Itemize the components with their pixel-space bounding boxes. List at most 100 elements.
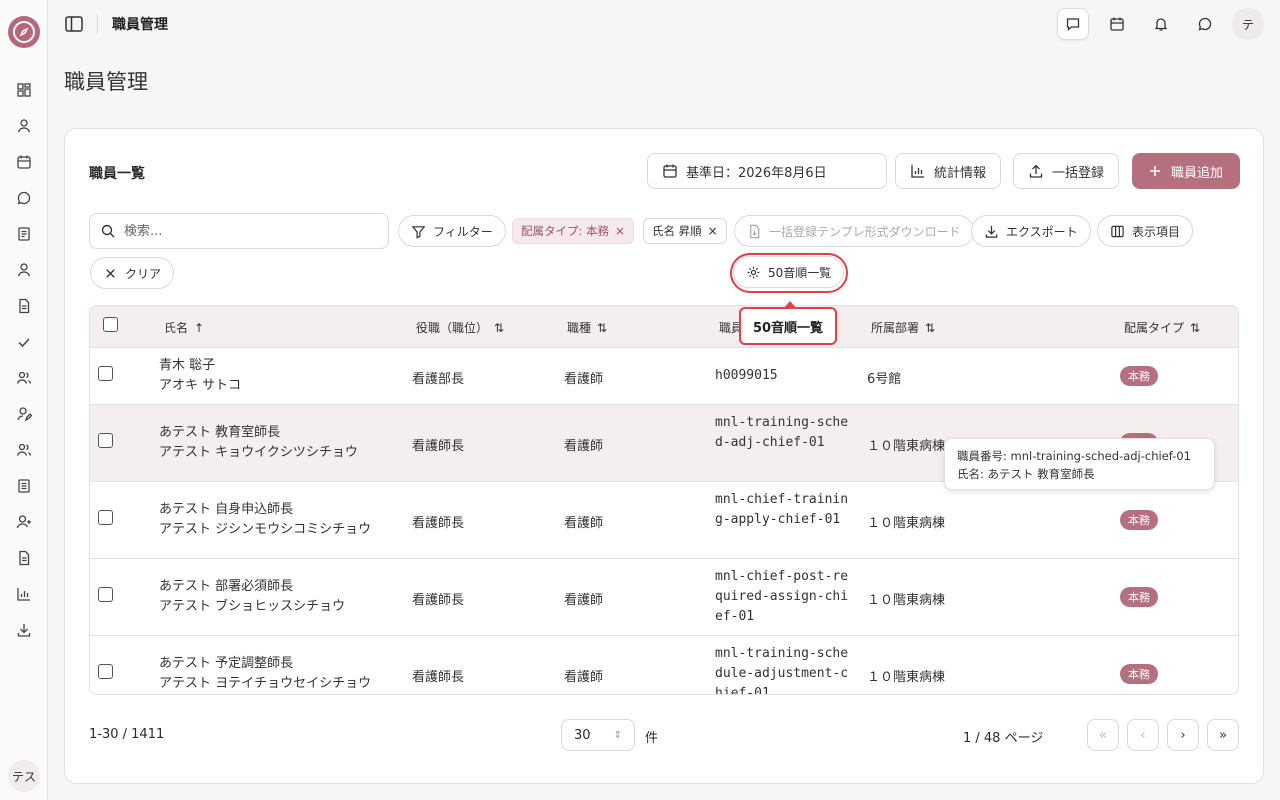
calendar-icon-top[interactable] xyxy=(1101,8,1133,40)
topbar-title: 職員管理 xyxy=(112,17,168,33)
calendar-icon xyxy=(663,164,677,178)
sidebar-toggle-icon[interactable] xyxy=(62,12,86,36)
staff-job: 看護師 xyxy=(564,670,604,685)
close-icon[interactable]: × xyxy=(708,224,718,238)
chat-icon[interactable] xyxy=(14,188,34,208)
assign-type-badge: 本務 xyxy=(1120,587,1158,607)
staff-position: 看護師長 xyxy=(412,516,465,531)
bar-chart-icon xyxy=(911,165,924,178)
staff-name: あテスト 部署必須師長 アテスト ブショヒッスシチョウ xyxy=(159,579,346,614)
users-icon[interactable] xyxy=(14,368,34,388)
stats-label: 統計情報 xyxy=(934,165,987,181)
template-download-button[interactable]: 一括登録テンプレ形式ダウンロード xyxy=(734,215,974,247)
dashboard-icon[interactable] xyxy=(14,80,34,100)
table-row[interactable]: あテスト 予定調整師長 アテスト ヨテイチョウセイシチョウ 看護師長 看護師 mn… xyxy=(90,636,1238,695)
export-button[interactable]: エクスポート xyxy=(971,215,1091,247)
download-icon[interactable] xyxy=(14,620,34,640)
check-icon[interactable] xyxy=(14,332,34,352)
message-square-icon[interactable] xyxy=(1057,8,1089,40)
chip-affiliation-label: 配属タイプ: 本務 xyxy=(521,224,610,238)
next-page-button[interactable]: › xyxy=(1167,719,1199,751)
table-row[interactable]: 青木 聡子 アオキ サトコ 看護部長 看護師 h0099015 6号館 本務 xyxy=(90,348,1238,405)
per-page-value: 30 xyxy=(574,727,591,743)
select-all-checkbox[interactable] xyxy=(103,317,118,332)
table-header: 氏名 ↑ 役職（職位） ⇅ 職種 ⇅ 職員 所属部署 ⇅ 配属タイプ ⇅ xyxy=(90,306,1238,348)
column-header-position[interactable]: 役職（職位） ⇅ xyxy=(416,319,504,336)
staff-number: mnl-training-schedule-adjustment-chief-0… xyxy=(715,646,849,695)
stats-button[interactable]: 統計情報 xyxy=(895,153,1002,189)
staff-position: 看護師長 xyxy=(412,593,465,608)
search-input[interactable] xyxy=(124,223,364,239)
bar-chart-icon[interactable] xyxy=(14,584,34,604)
per-page-select[interactable]: 30 ⇕ xyxy=(561,719,635,751)
staff-name: あテスト 教育室師長 アテスト キョウイクシツシチョウ xyxy=(159,425,358,460)
columns-button[interactable]: 表示項目 xyxy=(1097,215,1194,247)
table-row[interactable]: あテスト 部署必須師長 アテスト ブショヒッスシチョウ 看護師長 看護師 mnl-… xyxy=(90,559,1238,636)
table-row[interactable]: あテスト 自身申込師長 アテスト ジシンモウシコミシチョウ 看護師長 看護師 mn… xyxy=(90,482,1238,559)
staff-name: あテスト 予定調整師長 アテスト ヨテイチョウセイシチョウ xyxy=(159,656,372,691)
card-title: 職員一覧 xyxy=(89,166,145,182)
column-header-job[interactable]: 職種 ⇅ xyxy=(567,319,607,336)
row-checkbox[interactable] xyxy=(98,510,113,525)
row-checkbox[interactable] xyxy=(98,587,113,602)
staff-number: mnl-chief-training-apply-chief-01 xyxy=(715,492,849,527)
base-date-button[interactable]: 基準日：2026年8月6日 xyxy=(647,153,887,189)
staff-department: １０階東病棟 xyxy=(867,439,946,454)
user-icon[interactable] xyxy=(14,116,34,136)
filter-button[interactable]: フィルター xyxy=(398,215,506,247)
staff-job: 看護師 xyxy=(564,372,604,387)
assign-type-badge: 本務 xyxy=(1120,510,1158,530)
user-avatar[interactable]: テス xyxy=(8,760,40,792)
topbar-divider xyxy=(97,14,98,34)
user-plus-icon[interactable] xyxy=(14,512,34,532)
sidebar: テス xyxy=(0,0,48,800)
sort-icon: ⇅ xyxy=(597,320,608,335)
upload-icon xyxy=(1029,164,1043,178)
staff-number: mnl-training-sched-adj-chief-01 xyxy=(715,415,849,450)
staff-job: 看護師 xyxy=(564,593,604,608)
template-download-label: 一括登録テンプレ形式ダウンロード xyxy=(769,224,961,239)
file-text-icon[interactable] xyxy=(14,296,34,316)
clear-button[interactable]: クリア xyxy=(90,257,175,289)
calendar-icon[interactable] xyxy=(14,152,34,172)
chip-affiliation-filter[interactable]: 配属タイプ: 本務 × xyxy=(512,218,635,244)
chip-name-sort[interactable]: 氏名 昇順 × xyxy=(643,218,727,244)
search-box[interactable] xyxy=(89,213,389,249)
user-edit-icon[interactable] xyxy=(14,404,34,424)
last-page-button[interactable]: » xyxy=(1207,719,1239,751)
column-header-name[interactable]: 氏名 ↑ xyxy=(164,319,204,336)
first-page-button[interactable]: « xyxy=(1087,719,1119,751)
report-icon[interactable] xyxy=(14,548,34,568)
bell-icon[interactable] xyxy=(1145,8,1177,40)
top-avatar[interactable]: テ xyxy=(1232,8,1264,40)
staff-name: あテスト 自身申込師長 アテスト ジシンモウシコミシチョウ xyxy=(159,502,372,537)
per-page-unit: 件 xyxy=(645,731,659,746)
sort-asc-icon: ↑ xyxy=(194,320,205,335)
add-staff-button[interactable]: 職員追加 xyxy=(1132,153,1240,189)
prev-page-button[interactable]: ‹ xyxy=(1127,719,1159,751)
staff-department: １０階東病棟 xyxy=(867,670,946,685)
row-checkbox[interactable] xyxy=(98,366,113,381)
staff-job: 看護師 xyxy=(564,439,604,454)
app-logo[interactable] xyxy=(8,16,40,48)
bulk-register-button[interactable]: 一括登録 xyxy=(1013,153,1120,189)
staff-name: 青木 聡子 アオキ サトコ xyxy=(159,358,242,393)
list-doc-icon[interactable] xyxy=(14,476,34,496)
chevron-left-icon: ‹ xyxy=(1140,727,1146,743)
chevron-updown-icon: ⇕ xyxy=(613,729,622,741)
row-checkbox[interactable] xyxy=(98,664,113,679)
person-icon[interactable] xyxy=(14,260,34,280)
document-icon[interactable] xyxy=(14,224,34,244)
group-icon[interactable] xyxy=(14,440,34,460)
staff-position: 看護師長 xyxy=(412,670,465,685)
file-download-icon xyxy=(750,224,760,238)
page-title: 職員管理 xyxy=(64,70,148,94)
filter-label: フィルター xyxy=(433,224,493,239)
chat-bubble-icon[interactable] xyxy=(1189,8,1221,40)
column-header-department[interactable]: 所属部署 ⇅ xyxy=(871,319,935,336)
close-icon[interactable]: × xyxy=(615,224,625,238)
row-checkbox[interactable] xyxy=(98,433,113,448)
column-header-assign-type[interactable]: 配属タイプ ⇅ xyxy=(1124,319,1200,336)
search-icon xyxy=(101,224,115,238)
sort-icon: ⇅ xyxy=(1190,320,1201,335)
